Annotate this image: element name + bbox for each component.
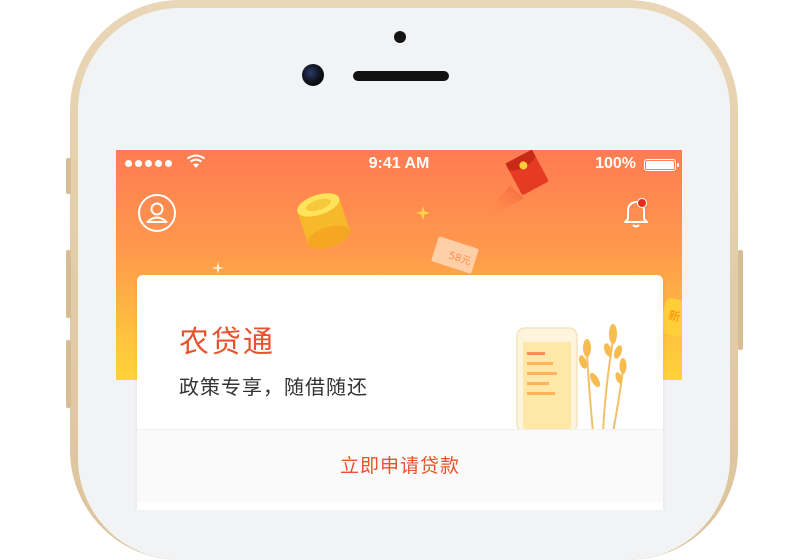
battery-icon [644, 159, 679, 171]
phone-side-button [66, 158, 71, 194]
card-action-area: 立即申请贷款 [137, 429, 663, 502]
coupon-label: 58元 [447, 250, 473, 268]
loan-product-card[interactable]: 农贷通 政策专享，随借随还 立即申请贷款 [137, 275, 663, 510]
battery-percentage: 100% [595, 155, 636, 172]
bell-icon [624, 198, 648, 228]
product-subtitle: 政策专享，随借随还 [179, 375, 368, 399]
product-title: 农贷通 [179, 325, 275, 360]
sparkle-icon [416, 206, 430, 220]
coupon-ticket: 58元 [431, 236, 479, 274]
side-badge-label: 新 [666, 308, 682, 325]
notification-dot [637, 198, 647, 208]
apply-loan-button[interactable]: 立即申请贷款 [137, 430, 663, 502]
earpiece-speaker [353, 71, 449, 81]
phone-side-button [66, 340, 71, 408]
profile-button[interactable] [138, 194, 176, 232]
status-bar: 9:41 AM 100% [116, 150, 682, 178]
notification-button[interactable] [622, 196, 650, 230]
phone-side-button [66, 250, 71, 318]
user-icon [146, 202, 168, 223]
phone-and-wheat-illustration [516, 324, 627, 432]
sparkle-icon [212, 262, 224, 274]
coin-stack-icon [297, 193, 350, 249]
proximity-sensor [394, 31, 406, 43]
front-camera [302, 64, 324, 86]
app-screen: 58元 新 9:41 AM 100% 农贷通 政策专享，随借随还 立即申请贷款 [116, 150, 682, 510]
phone-side-button [738, 250, 743, 350]
